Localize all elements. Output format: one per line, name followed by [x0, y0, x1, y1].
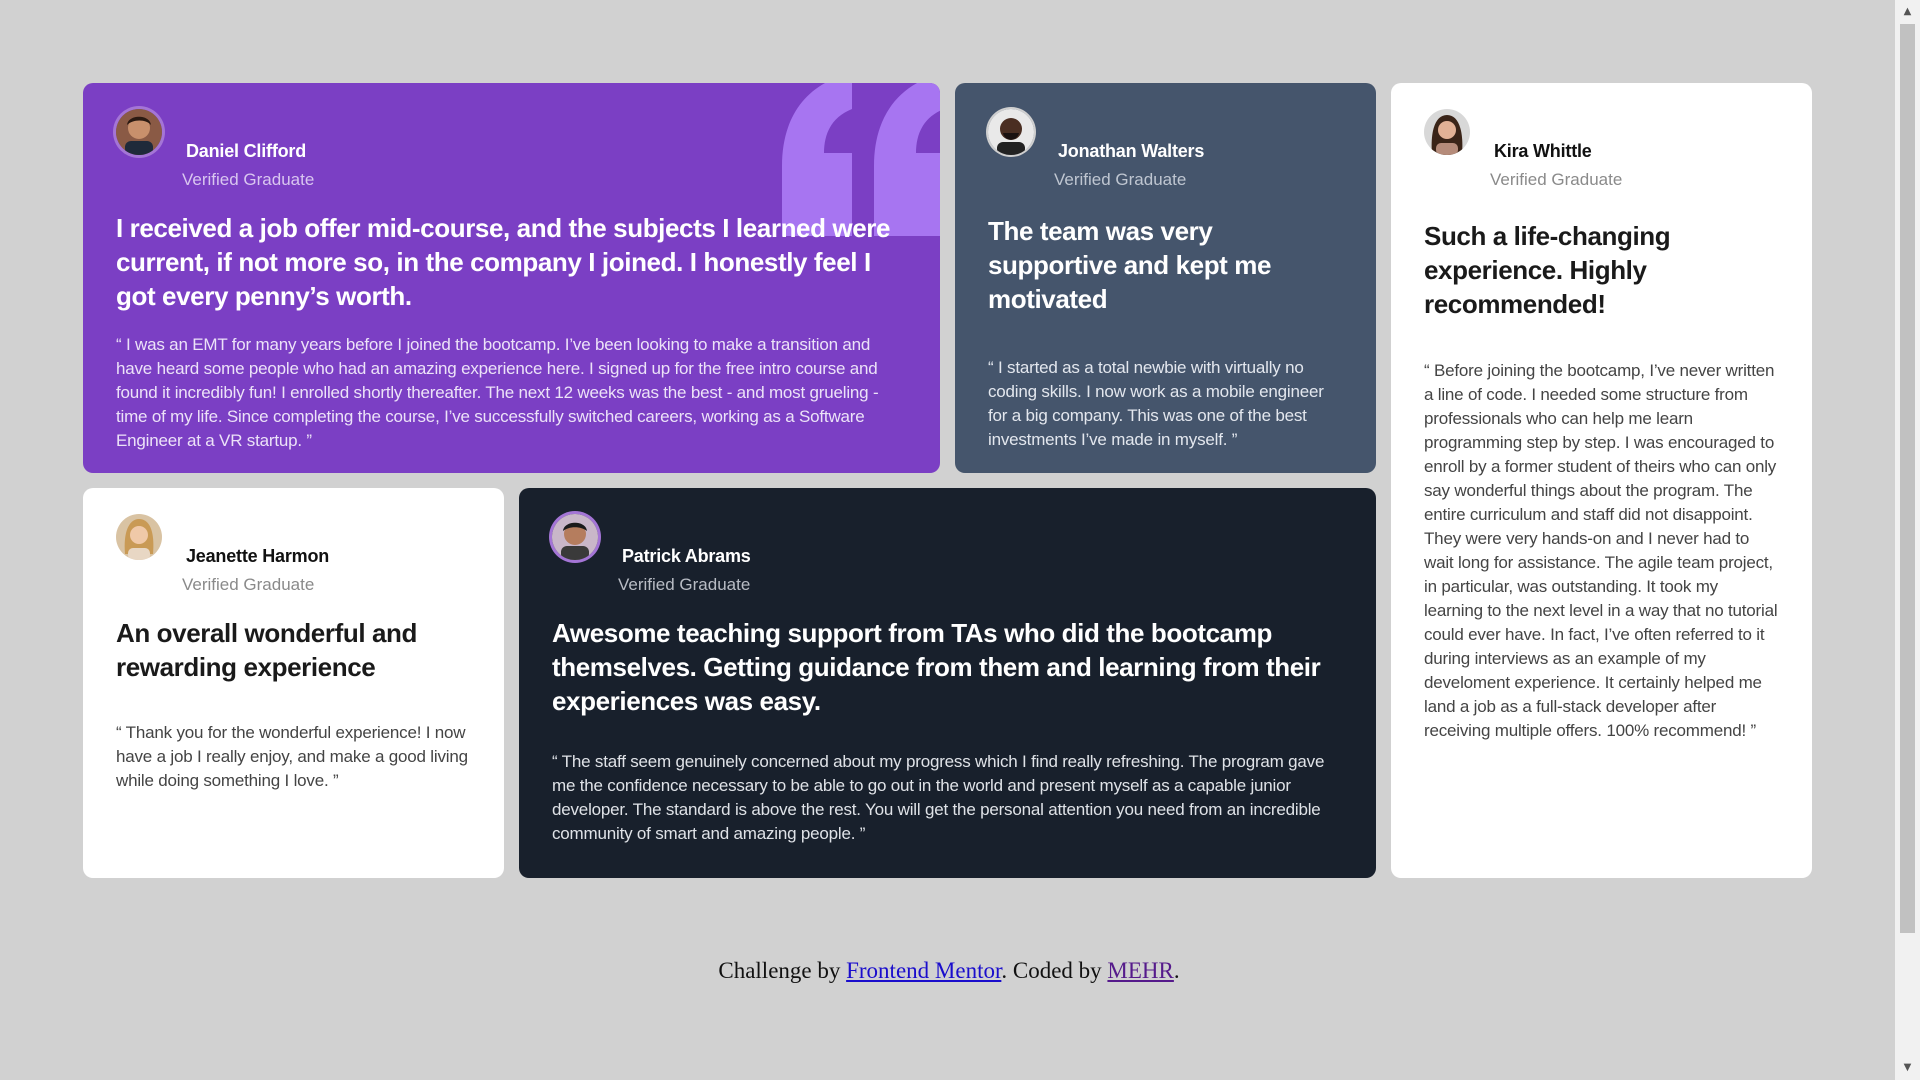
scrollbar-thumb[interactable] [1900, 24, 1915, 933]
author-name: Jonathan Walters [1058, 141, 1205, 161]
author-link[interactable]: MEHR [1107, 958, 1173, 983]
testimonial-headline: Such a life-changing experience. Highly … [1424, 221, 1671, 319]
testimonial-headline: An overall wonderful and rewarding exper… [116, 618, 417, 682]
testimonial-body: “ Before joining the bootcamp, I’ve neve… [1424, 361, 1778, 740]
card-header: Jeanette Harmon Verified Graduate [116, 514, 471, 594]
testimonial-card-daniel: Daniel Clifford Verified Graduate I rece… [83, 83, 940, 473]
avatar [116, 514, 162, 560]
scroll-down-arrow-icon[interactable]: ▼ [1895, 1058, 1920, 1078]
author-role: Verified Graduate [618, 575, 751, 594]
attribution-prefix: Challenge by [718, 958, 847, 983]
author-name: Patrick Abrams [622, 546, 751, 566]
testimonial-body: “ Thank you for the wonderful experience… [116, 723, 468, 790]
attribution-middle: . Coded by [1001, 958, 1108, 983]
testimonial-card-patrick: Patrick Abrams Verified Graduate Awesome… [519, 488, 1376, 878]
testimonial-headline: Awesome teaching support from TAs who di… [552, 618, 1321, 716]
testimonial-card-kira: Kira Whittle Verified Graduate Such a li… [1391, 83, 1812, 878]
testimonial-card-jonathan: Jonathan Walters Verified Graduate The t… [955, 83, 1376, 473]
testimonial-card-jeanette: Jeanette Harmon Verified Graduate An ove… [83, 488, 504, 878]
card-header: Jonathan Walters Verified Graduate [988, 109, 1343, 189]
testimonial-body: “ The staff seem genuinely concerned abo… [552, 752, 1325, 843]
avatar [116, 109, 162, 155]
author-role: Verified Graduate [182, 575, 315, 594]
author-role: Verified Graduate [182, 170, 315, 189]
card-header: Daniel Clifford Verified Graduate [116, 109, 907, 189]
avatar [552, 514, 598, 560]
frontend-mentor-link[interactable]: Frontend Mentor [846, 958, 1001, 983]
attribution-suffix: . [1173, 958, 1180, 983]
avatar [988, 109, 1034, 155]
scroll-up-arrow-icon[interactable]: ▲ [1895, 2, 1920, 22]
testimonial-headline: The team was very supportive and kept me… [988, 216, 1272, 314]
attribution-footer: Challenge by Frontend Mentor. Coded by M… [0, 958, 1898, 984]
card-header: Kira Whittle Verified Graduate [1424, 109, 1779, 189]
vertical-scrollbar[interactable]: ▲ ▼ [1895, 0, 1920, 1080]
testimonials-grid: Daniel Clifford Verified Graduate I rece… [83, 83, 1813, 878]
testimonial-headline: I received a job offer mid-course, and t… [116, 213, 891, 311]
author-name: Daniel Clifford [186, 141, 307, 161]
testimonial-body: “ I was an EMT for many years before I j… [116, 335, 879, 450]
author-role: Verified Graduate [1490, 170, 1623, 189]
avatar [1424, 109, 1470, 155]
author-name: Jeanette Harmon [186, 546, 330, 566]
author-role: Verified Graduate [1054, 170, 1187, 189]
card-header: Patrick Abrams Verified Graduate [552, 514, 1343, 594]
author-name: Kira Whittle [1494, 141, 1592, 161]
testimonial-body: “ I started as a total newbie with virtu… [988, 358, 1324, 449]
